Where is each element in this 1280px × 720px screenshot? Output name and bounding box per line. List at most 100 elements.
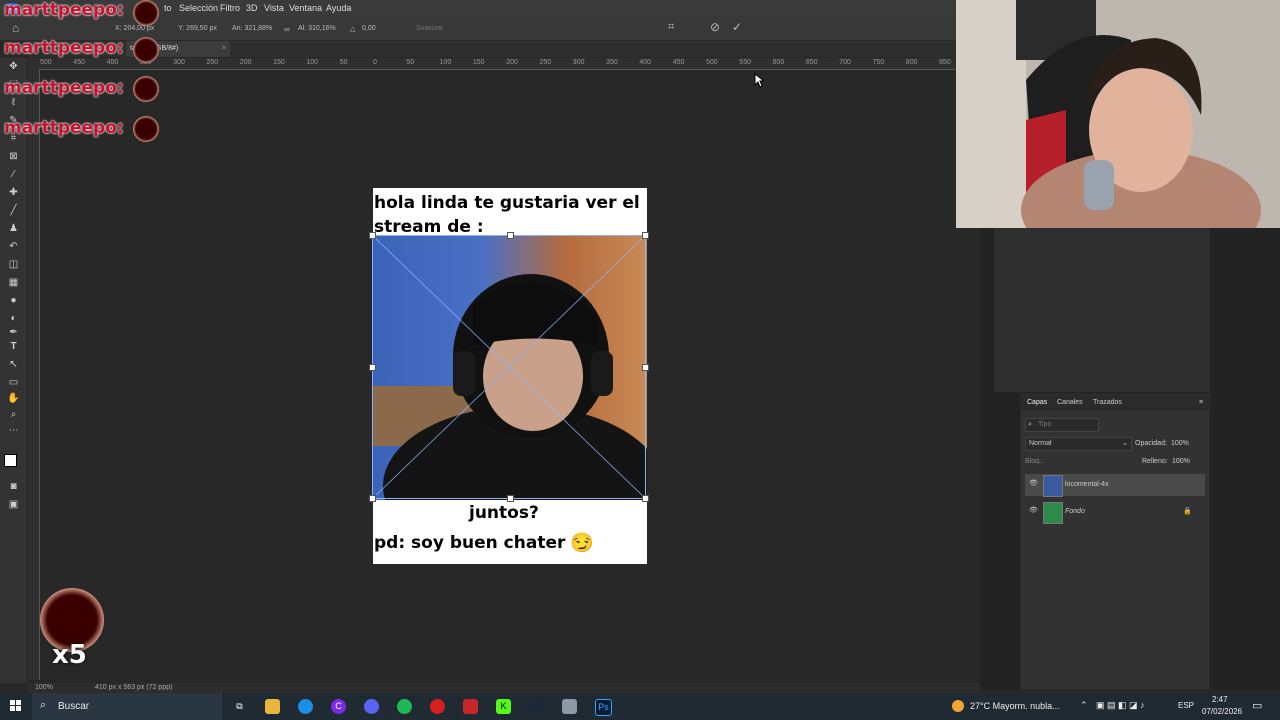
cancel-transform-icon[interactable]: ⊘ [710, 20, 720, 34]
system-tray-icons[interactable]: ▣ ▤ ◧ ◪ ♪ [1096, 700, 1145, 711]
angle-field[interactable]: 0,00 [362, 25, 376, 32]
steam-icon[interactable] [529, 699, 544, 714]
transform-handle-bl[interactable] [369, 495, 376, 502]
properties-panel [994, 228, 1210, 392]
windows-start-icon[interactable] [10, 700, 22, 712]
layer-filter-input[interactable]: ⌕ Tipo [1025, 418, 1099, 432]
blend-mode-select[interactable]: Normal ⌄ [1025, 437, 1132, 451]
menu-ayuda[interactable]: Ayuda [326, 3, 351, 13]
transform-handle-l[interactable] [369, 364, 376, 371]
tab-trazados[interactable]: Trazados [1093, 399, 1122, 406]
transform-handle-t[interactable] [507, 232, 514, 239]
ruler-tick-label: 0 [373, 59, 377, 66]
language-indicator[interactable]: ESP [1178, 701, 1194, 710]
home-icon[interactable]: ⌂ [12, 21, 19, 35]
shape-tool-icon[interactable]: ▭ [7, 376, 20, 389]
healing-brush-icon[interactable]: ✚ [7, 186, 20, 199]
canva-icon[interactable]: C [331, 699, 346, 714]
kick-icon[interactable]: K [496, 699, 511, 714]
panel-menu-icon[interactable]: ≡ [1199, 399, 1203, 406]
status-bar: 100% 410 px x 563 px (72 ppp) [28, 683, 980, 693]
troll-face-icon: 😏 [570, 533, 594, 554]
chevron-up-icon[interactable]: ⌃ [1080, 700, 1088, 711]
lock-icon[interactable]: 🔒 [1183, 507, 1192, 515]
menu-ventana[interactable]: Ventana [289, 3, 322, 13]
windows-taskbar: ⌕ Buscar ⧉ C K Ps 27°C Mayorm. nubla... … [0, 693, 1280, 720]
ruler-tick-label: 500 [706, 59, 718, 66]
link-icon[interactable]: ∞ [284, 25, 290, 34]
close-tab-icon[interactable]: × [222, 41, 226, 57]
notifications-icon[interactable]: ▭ [1252, 699, 1262, 712]
task-view-icon[interactable]: ⧉ [232, 699, 247, 714]
pen-tool-icon[interactable]: ✒ [7, 326, 20, 339]
type-tool-icon[interactable]: T [7, 340, 20, 353]
warp-icon[interactable]: ⌗ [668, 21, 674, 34]
blur-tool-icon[interactable]: ● [7, 294, 20, 307]
photoshop-taskbar-icon[interactable]: Ps [595, 699, 612, 716]
zoom-tool-icon[interactable]: ⌕ [7, 408, 20, 421]
layer-name[interactable]: locomental-4x [1065, 481, 1109, 488]
opacity-value[interactable]: 100% [1171, 440, 1189, 447]
dodge-tool-icon[interactable]: ◐ [7, 312, 20, 325]
visibility-eye-icon[interactable]: 👁 [1029, 479, 1038, 487]
stamp-tool-icon[interactable]: ♟ [7, 222, 20, 235]
transform-handle-b[interactable] [507, 495, 514, 502]
layers-panel: Capas Canales Trazados ≡ ⌕ Tipo Normal ⌄… [1020, 393, 1211, 690]
width-field[interactable]: An: 321,88% [232, 25, 272, 32]
interpolation-field[interactable]: Suavizar [416, 25, 443, 32]
move-tool-icon[interactable]: ✥ [7, 60, 20, 73]
app-icon-news[interactable] [463, 699, 478, 714]
foreground-color-swatch[interactable] [4, 454, 17, 467]
y-field[interactable]: Y: 269,50 px [178, 25, 217, 32]
transform-bounding-box[interactable] [369, 232, 649, 502]
brush-tool-icon[interactable]: ╱ [7, 204, 20, 217]
quick-mask-icon[interactable]: ◙ [7, 480, 20, 493]
hand-tool-icon[interactable]: ✋ [7, 392, 20, 405]
app-icon-tool[interactable] [562, 699, 577, 714]
menu-seleccion[interactable]: Selección [179, 3, 218, 13]
height-field[interactable]: Al: 310,16% [298, 25, 336, 32]
frame-tool-icon[interactable]: ⊠ [7, 150, 20, 163]
x-field[interactable]: X: 204,00 px [115, 25, 154, 32]
tools-panel: ✥ ⬚ ℓ ✎ ⌗ ⊠ ⁄ ✚ ╱ ♟ ↶ ◫ ▦ ● ◐ ✒ T ↖ ▭ ✋ … [0, 58, 27, 683]
layer-name[interactable]: Fondo [1065, 508, 1085, 515]
edge-icon[interactable] [298, 699, 313, 714]
eyedropper-icon[interactable]: ⁄ [7, 168, 20, 181]
ruler-tick-label: 100 [439, 59, 452, 66]
transform-handle-tr[interactable] [642, 232, 649, 239]
transform-handle-r[interactable] [642, 364, 649, 371]
fill-value[interactable]: 100% [1172, 458, 1190, 465]
menu-vista[interactable]: Vista [264, 3, 284, 13]
tab-capas[interactable]: Capas [1027, 399, 1047, 406]
menu-partial[interactable]: to [164, 3, 172, 13]
clock-time[interactable]: 2:47 [1212, 695, 1228, 704]
path-select-icon[interactable]: ↖ [7, 358, 20, 371]
opacity-label: Opacidad: [1135, 440, 1167, 447]
tab-canales[interactable]: Canales [1057, 399, 1083, 406]
eraser-tool-icon[interactable]: ◫ [7, 258, 20, 271]
layer-row-locomental[interactable]: 👁 locomental-4x [1025, 474, 1205, 497]
ruler-tick-label: 150 [273, 59, 285, 66]
clock-date[interactable]: 07/02/2026 [1202, 707, 1242, 716]
transform-handle-tl[interactable] [369, 232, 376, 239]
screen-mode-icon[interactable]: ▣ [7, 498, 20, 511]
commit-transform-icon[interactable]: ✓ [732, 20, 742, 34]
gradient-tool-icon[interactable]: ▦ [7, 276, 20, 289]
history-brush-icon[interactable]: ↶ [7, 240, 20, 253]
discord-icon[interactable] [364, 699, 379, 714]
taskbar-search-box[interactable]: ⌕ Buscar [32, 693, 222, 720]
file-explorer-icon[interactable] [265, 699, 280, 714]
menu-filtro[interactable]: Filtro [220, 3, 240, 13]
visibility-eye-icon[interactable]: 👁 [1029, 506, 1038, 514]
ruler-tick-label: 250 [539, 59, 552, 66]
more-tools-icon[interactable]: ⋯ [7, 424, 20, 437]
layer-row-fondo[interactable]: 👁 Fondo 🔒 [1025, 501, 1205, 524]
weather-text[interactable]: 27°C Mayorm. nubla... [970, 701, 1060, 711]
zoom-level[interactable]: 100% [35, 684, 53, 691]
spotify-icon[interactable] [397, 699, 412, 714]
app-icon-red[interactable] [430, 699, 445, 714]
menu-3d[interactable]: 3D [246, 3, 258, 13]
transform-handle-br[interactable] [642, 495, 649, 502]
ruler-tick-label: 200 [506, 59, 518, 66]
webcam-feed [956, 0, 1280, 228]
